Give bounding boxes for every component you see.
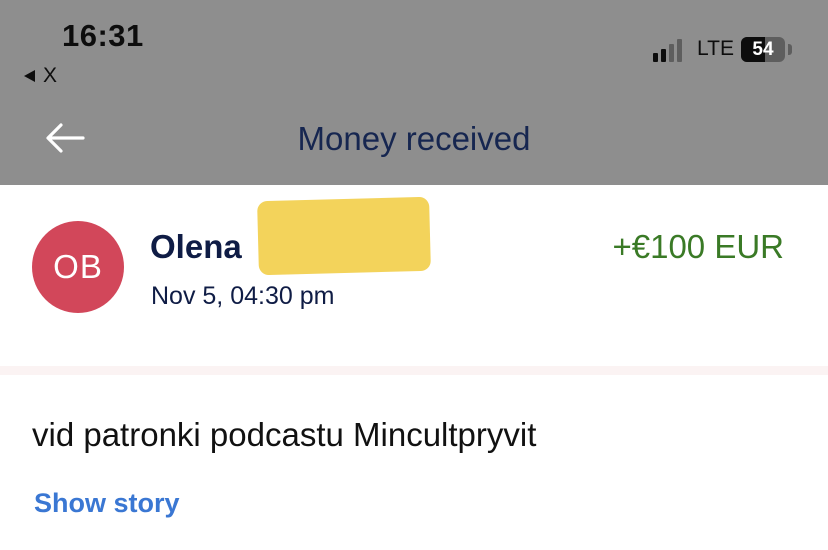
avatar: OB	[32, 221, 124, 313]
back-triangle-icon	[24, 70, 35, 82]
battery-tip	[788, 44, 792, 55]
battery-icon: 54	[741, 37, 785, 62]
show-story-link[interactable]: Show story	[34, 488, 180, 519]
back-to-app-button[interactable]: X	[24, 64, 57, 88]
battery-level: 54	[752, 39, 774, 60]
transaction-note: vid patronki podcastu Mincultpryvit	[32, 416, 537, 453]
back-to-app-label: X	[43, 64, 58, 87]
sender-name: Olena	[150, 228, 242, 265]
page-title: Money received	[297, 120, 531, 157]
top-bar: 16:31 X LTE 54 Money received	[0, 0, 828, 185]
transaction-date: Nov 5, 04:30 pm	[151, 282, 335, 310]
status-time: 16:31	[62, 18, 144, 53]
section-divider	[0, 366, 828, 375]
transaction-amount: +€100 EUR	[612, 228, 784, 265]
cellular-signal-icon	[653, 38, 691, 62]
redaction-mark	[257, 196, 431, 276]
network-type: LTE	[697, 37, 734, 60]
